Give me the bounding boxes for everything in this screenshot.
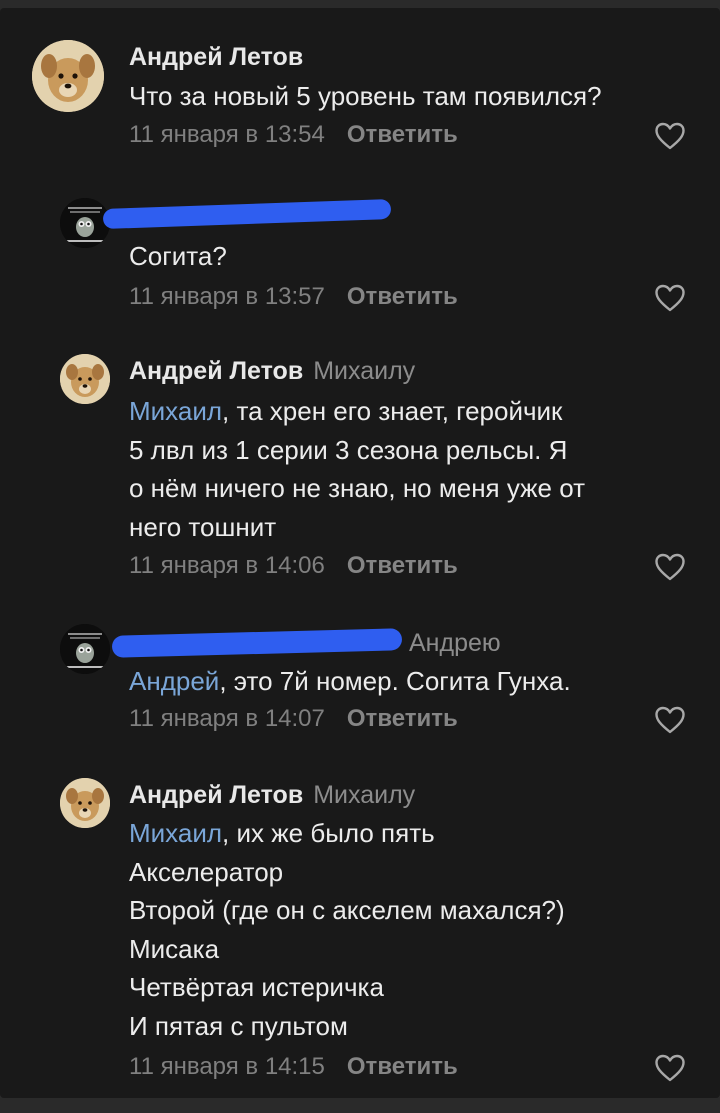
comment-2: Согита? 11 января в 13:57 Ответить [0, 198, 720, 318]
heart-outline-icon [655, 1054, 685, 1082]
dog-avatar-icon [32, 40, 104, 112]
comment-text: Что за новый 5 уровень там появился? [129, 81, 602, 111]
comment-5: Андрей Летов Михаилу Михаил, их же было п… [0, 776, 720, 1086]
reply-to-label[interactable]: Михаилу [313, 781, 415, 809]
like-button[interactable] [654, 552, 686, 582]
like-button[interactable] [654, 121, 686, 151]
like-button[interactable] [654, 705, 686, 735]
like-button[interactable] [654, 1053, 686, 1083]
comment-date: 11 января в 14:07 [129, 705, 325, 732]
comment-text: Михаил, та хрен его знает, геройчик 5 лв… [129, 396, 586, 542]
like-button[interactable] [654, 283, 686, 313]
reply-button[interactable]: Ответить [347, 1053, 458, 1080]
dog-avatar-icon [60, 778, 110, 828]
heart-outline-icon [655, 284, 685, 312]
comment-date: 11 января в 13:54 [129, 121, 325, 148]
comment-date: 11 января в 14:06 [129, 552, 325, 579]
comment-meta: 11 января в 14:07 Ответить [129, 704, 458, 734]
avatar[interactable] [60, 778, 110, 828]
reply-button[interactable]: Ответить [347, 283, 458, 310]
comment-meta: 11 января в 13:54 Ответить [129, 120, 458, 150]
comment-date: 11 января в 13:57 [129, 283, 325, 310]
owl-avatar-icon [60, 198, 110, 248]
comment-text: Андрей, это 7й номер. Согита Гунха. [129, 666, 571, 696]
comment-author[interactable]: Андрей Летов [129, 357, 303, 385]
comment-author[interactable]: Андрей Летов [129, 43, 303, 71]
heart-outline-icon [655, 706, 685, 734]
reply-to-label[interactable]: Андрею [409, 629, 501, 657]
comment-meta: 11 января в 14:15 Ответить [129, 1052, 458, 1082]
mention-link[interactable]: Михаил [129, 818, 222, 848]
comment-1: Андрей Летов Что за новый 5 уровень там … [0, 40, 720, 160]
mention-link[interactable]: Михаил [129, 396, 222, 426]
reply-button[interactable]: Ответить [347, 121, 458, 148]
heart-outline-icon [655, 122, 685, 150]
avatar[interactable] [32, 40, 104, 112]
reply-to-label[interactable]: Михаилу [313, 357, 415, 385]
heart-outline-icon [655, 553, 685, 581]
avatar[interactable] [60, 354, 110, 404]
comment-author[interactable]: Андрей Летов [129, 781, 303, 809]
reply-button[interactable]: Ответить [347, 705, 458, 732]
avatar[interactable] [60, 198, 110, 248]
comment-date: 11 января в 14:15 [129, 1053, 325, 1080]
avatar[interactable] [60, 624, 110, 674]
comment-meta: 11 января в 14:06 Ответить [129, 551, 458, 581]
comment-text: Согита? [129, 241, 227, 271]
comment-text: Михаил, их же было пять Акселератор Втор… [129, 818, 565, 1041]
mention-link[interactable]: Андрей [129, 666, 219, 696]
owl-avatar-icon [60, 624, 110, 674]
comment-3: Андрей Летов Михаилу Михаил, та хрен его … [0, 352, 720, 588]
comment-meta: 11 января в 13:57 Ответить [129, 282, 458, 312]
reply-button[interactable]: Ответить [347, 552, 458, 579]
comment-4: Андрею Андрей, это 7й номер. Согита Гунх… [0, 624, 720, 744]
dog-avatar-icon [60, 354, 110, 404]
